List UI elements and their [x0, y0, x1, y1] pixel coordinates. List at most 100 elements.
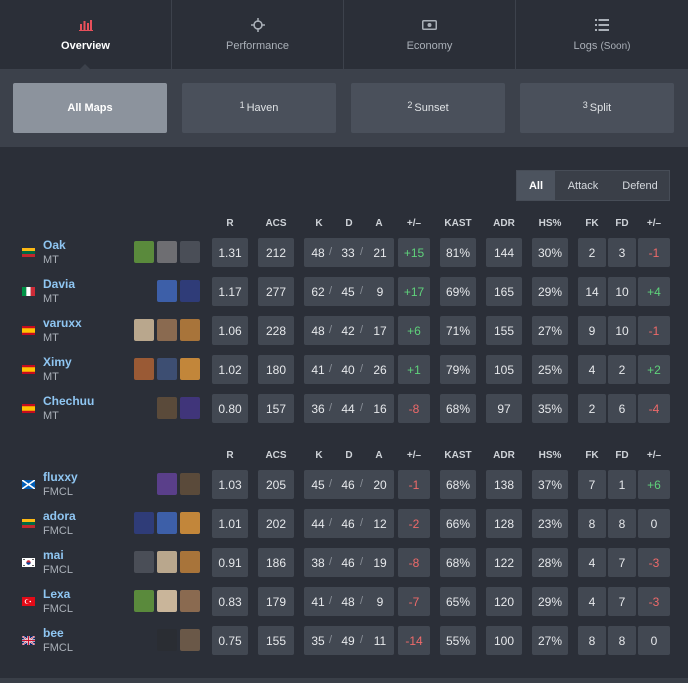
kast-value: 66%	[440, 509, 476, 538]
acs-value: 277	[258, 277, 294, 306]
kast-value: 68%	[440, 394, 476, 423]
rating-value: 0.91	[212, 548, 248, 577]
adr-value: 100	[486, 626, 522, 655]
player-name-link[interactable]: adora	[43, 509, 76, 523]
agent-list	[134, 358, 200, 380]
column-header: K	[315, 450, 323, 461]
player-row: fluxxy FMCL 1.03 205 45 / 46 / 20 -1 68% 138 37% 7 1 +6	[0, 470, 688, 501]
kda-separator: /	[329, 517, 333, 529]
kill-diff-value: -1	[398, 470, 430, 499]
column-header: A	[375, 450, 383, 461]
player-row: bee FMCL 0.75 155 35/49/11 -14 55% 100 27% 8 8 0	[0, 626, 688, 657]
first-deaths-value: 7	[608, 548, 636, 577]
kda-separator: /	[360, 517, 364, 529]
rating-value: 1.17	[212, 277, 248, 306]
first-deaths-value: 1	[608, 470, 636, 499]
player-name-link[interactable]: Lexa	[43, 587, 70, 601]
kast-value: 71%	[440, 316, 476, 345]
kill-diff-value: -8	[398, 394, 430, 423]
map-number: 3	[582, 100, 588, 110]
player-row: Ximy MT 1.02 180 41 / 40 / 26 +1 79% 105 25% 4 2 +2	[0, 355, 688, 386]
map-number: 2	[407, 100, 413, 110]
side-filter-all[interactable]: All	[517, 171, 555, 200]
deaths-value: 46	[341, 517, 355, 531]
kill-diff-value: +1	[398, 355, 430, 384]
player-name-link[interactable]: Ximy	[43, 355, 72, 369]
hs-value: 35%	[532, 394, 568, 423]
kast-value: 65%	[440, 587, 476, 616]
first-kill-diff-value: 0	[638, 626, 670, 655]
kda-separator: /	[329, 402, 333, 414]
tab-logs[interactable]: Logs (Soon)	[516, 0, 688, 70]
adr-value: 165	[486, 277, 522, 306]
agent-portrait-icon	[180, 358, 200, 380]
agent-portrait-icon	[180, 473, 200, 495]
agent-portrait-icon	[180, 241, 200, 263]
map-label: Sunset	[414, 102, 449, 114]
kast-value: 68%	[440, 470, 476, 499]
column-header: ADR	[493, 450, 515, 461]
side-filter-defend[interactable]: Defend	[611, 171, 669, 200]
player-row: Davia MT 1.17 277 62 / 45 / 9 +17 69% 165 29% 14 10 +4	[0, 277, 688, 308]
agent-portrait-icon	[157, 358, 177, 380]
country-flag-icon	[22, 365, 35, 374]
map-button-split[interactable]: 3 Split	[520, 83, 674, 133]
agent-portrait-icon	[134, 590, 154, 612]
kda-separator: /	[360, 324, 364, 336]
map-button-sunset[interactable]: 2 Sunset	[351, 83, 505, 133]
first-kills-value: 4	[578, 548, 606, 577]
side-filter-attack[interactable]: Attack	[555, 171, 611, 200]
tab-label: Economy	[406, 40, 453, 52]
player-team: FMCL	[43, 486, 73, 498]
player-name-link[interactable]: Davia	[43, 277, 75, 291]
tab-economy[interactable]: Economy	[344, 0, 516, 70]
first-kills-value: 8	[578, 509, 606, 538]
player-name-link[interactable]: mai	[43, 548, 64, 562]
first-kills-value: 7	[578, 470, 606, 499]
assists-value: 17	[373, 324, 387, 338]
player-name-link[interactable]: Oak	[43, 238, 66, 252]
agent-list	[157, 629, 200, 651]
column-header: ADR	[493, 218, 515, 229]
agent-list	[134, 319, 200, 341]
tab-performance[interactable]: Performance	[172, 0, 344, 70]
country-flag-icon	[22, 597, 35, 606]
player-name-link[interactable]: fluxxy	[43, 470, 78, 484]
first-kills-value: 9	[578, 316, 606, 345]
hs-value: 25%	[532, 355, 568, 384]
kda-separator: /	[360, 285, 364, 297]
kills-value: 45	[311, 478, 325, 492]
agent-portrait-icon	[180, 397, 200, 419]
kill-diff-value: -2	[398, 509, 430, 538]
map-label: Haven	[246, 102, 279, 114]
kda-separator: /	[360, 556, 364, 568]
rating-value: 0.80	[212, 394, 248, 423]
player-name-link[interactable]: varuxx	[43, 316, 82, 330]
rating-value: 0.83	[212, 587, 248, 616]
first-deaths-value: 8	[608, 509, 636, 538]
kills-value: 44	[311, 517, 325, 531]
player-row: Chechuu MT 0.80 157 36 / 44 / 16 -8 68% 97 35% 2 6 -4	[0, 394, 688, 425]
agent-list	[134, 512, 200, 534]
player-name-link[interactable]: bee	[43, 626, 64, 640]
tab-overview[interactable]: Overview	[0, 0, 172, 71]
kda-cell: 36 / 44 / 16	[304, 394, 394, 423]
country-flag-icon	[22, 480, 35, 489]
agent-portrait-icon	[180, 629, 200, 651]
first-kill-diff-value: +4	[638, 277, 670, 306]
column-header: +/–	[406, 218, 422, 229]
first-kills-value: 2	[578, 394, 606, 423]
deaths-value: 46	[341, 478, 355, 492]
deaths-value: 45	[341, 285, 355, 299]
kill-diff-value: -14	[398, 626, 430, 655]
first-kill-diff-value: -3	[638, 548, 670, 577]
first-kill-diff-value: -1	[638, 316, 670, 345]
tab-label: Performance	[226, 40, 289, 52]
map-button-all[interactable]: All Maps	[13, 83, 167, 133]
map-button-haven[interactable]: 1 Haven	[182, 83, 336, 133]
kda-separator: /	[360, 595, 364, 607]
kill-diff-value: -8	[398, 548, 430, 577]
hs-value: 29%	[532, 277, 568, 306]
agent-portrait-icon	[157, 512, 177, 534]
player-name-link[interactable]: Chechuu	[43, 394, 94, 408]
